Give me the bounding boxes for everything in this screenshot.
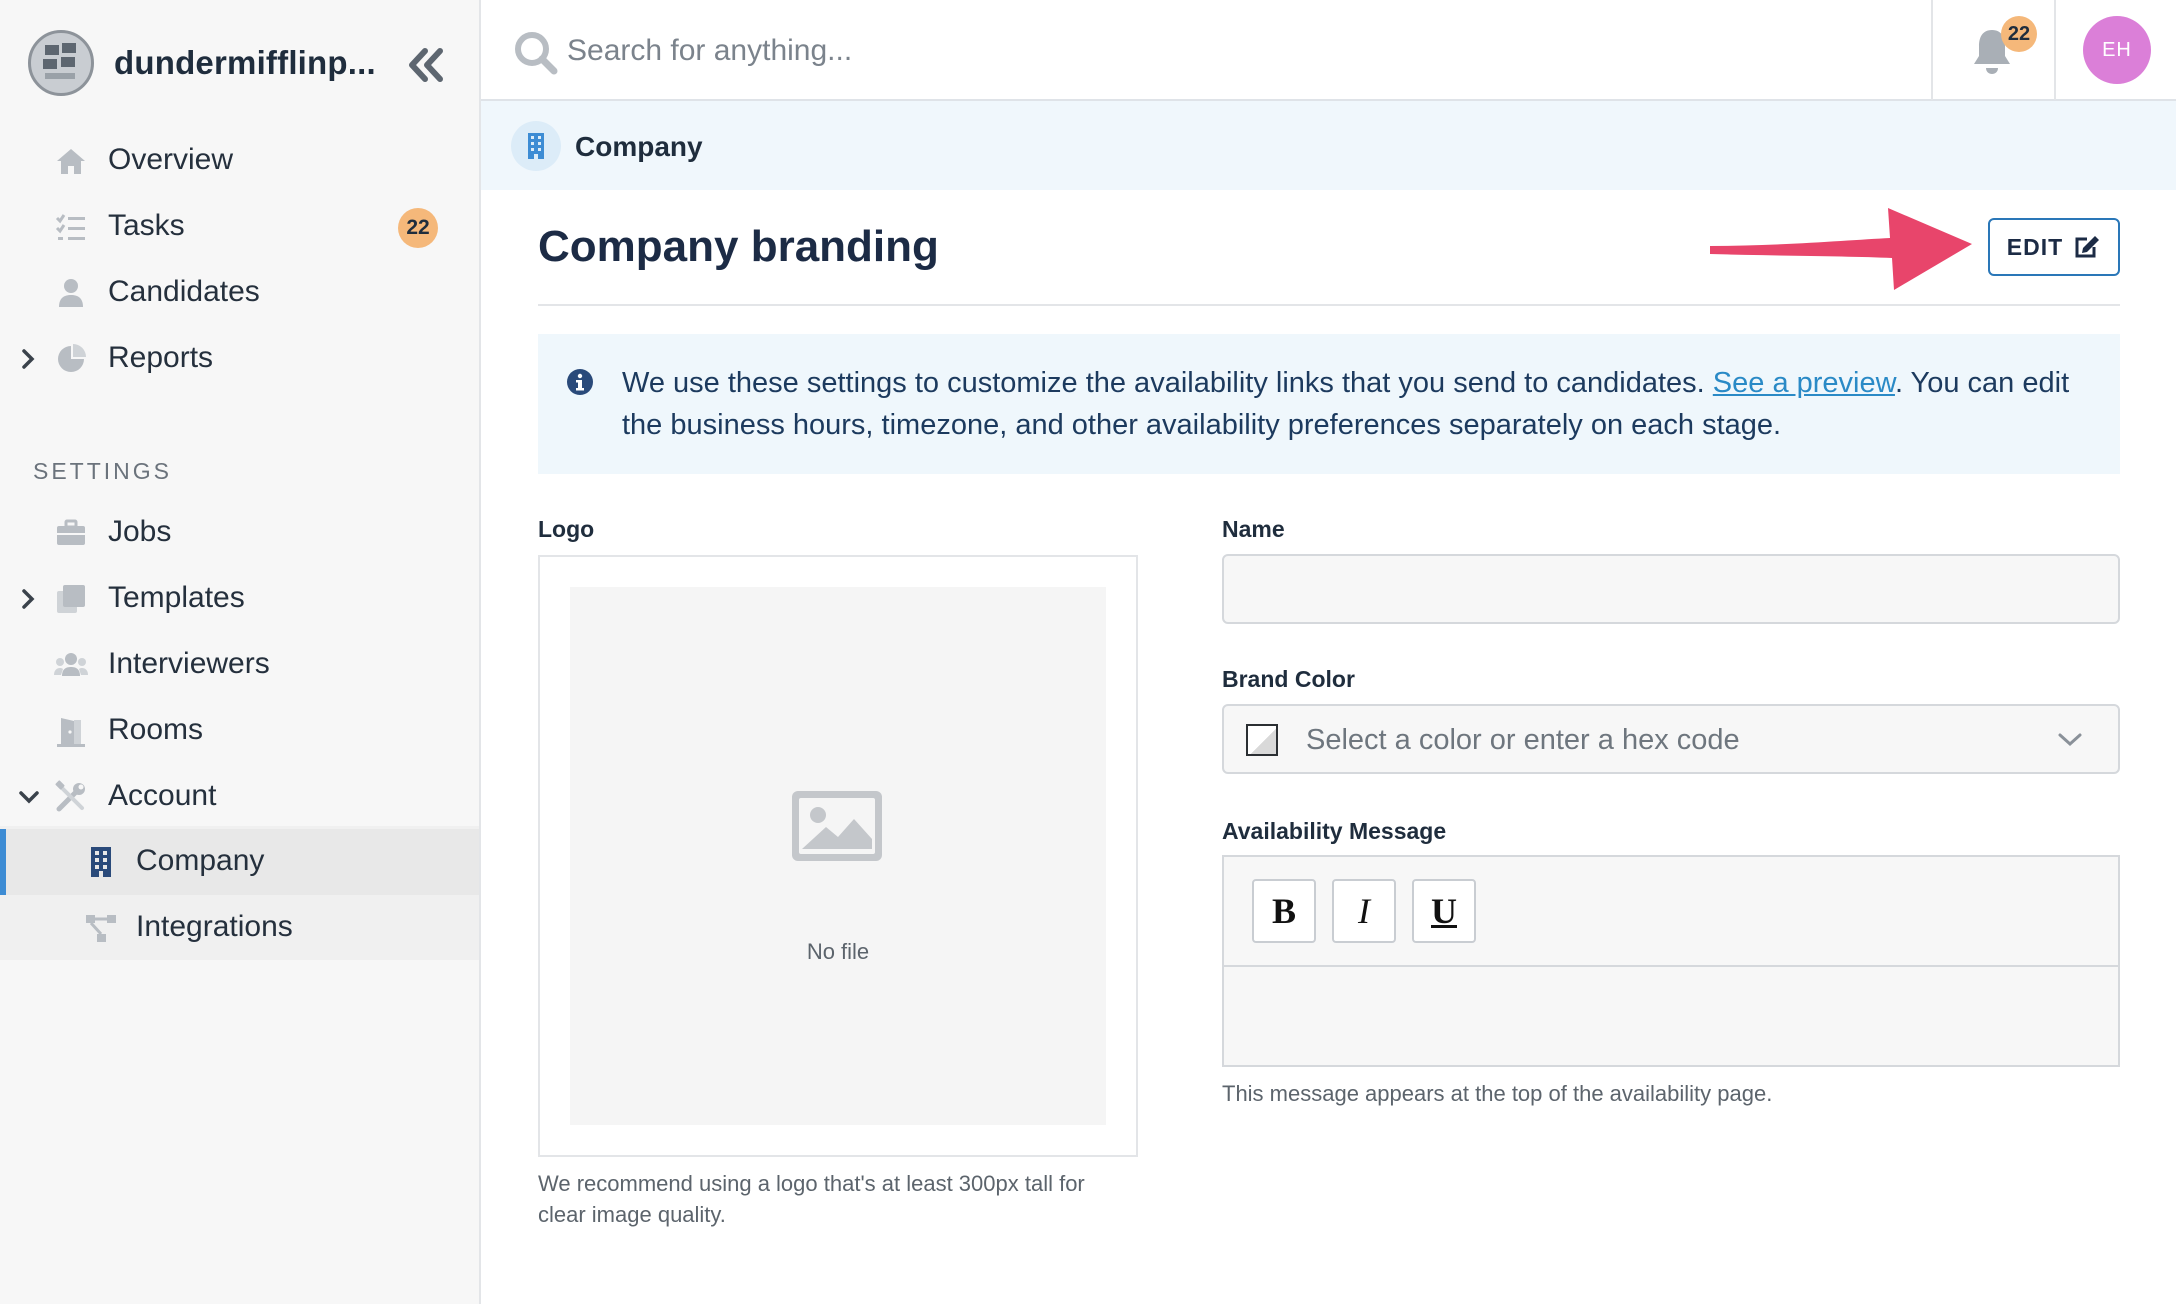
building-icon — [91, 847, 111, 877]
availability-message-editor: B I U — [1222, 855, 2120, 1067]
edit-icon — [2075, 236, 2100, 258]
availability-message-input[interactable] — [1224, 969, 2118, 1065]
bold-button[interactable]: B — [1252, 879, 1316, 943]
avatar[interactable]: EH — [2083, 16, 2151, 84]
edit-button[interactable]: EDIT — [1988, 218, 2120, 276]
sidebar-item-label: Rooms — [108, 713, 204, 746]
sidebar-item-templates[interactable]: Templates — [0, 566, 479, 632]
sidebar: dundermifflinp... Overview Tasks 22 Cand… — [0, 0, 481, 1304]
org-switcher[interactable]: dundermifflinp... — [28, 30, 376, 96]
breadcrumb: Company — [481, 101, 2176, 190]
tools-icon — [55, 780, 85, 812]
collapse-sidebar-button[interactable] — [406, 46, 446, 84]
sidebar-item-reports[interactable]: Reports — [0, 326, 479, 392]
brand-color-select[interactable]: Select a color or enter a hex code — [1222, 704, 2120, 774]
color-swatch — [1246, 724, 1278, 756]
topbar-divider — [1931, 0, 1933, 100]
page-title: Company branding — [538, 222, 939, 271]
sidebar-item-label: Reports — [108, 341, 214, 374]
italic-button[interactable]: I — [1332, 879, 1396, 943]
chevron-down-icon[interactable] — [16, 788, 42, 808]
sidebar-item-label: Candidates — [108, 275, 260, 308]
underline-button[interactable]: U — [1412, 879, 1476, 943]
no-file-text: No file — [806, 939, 870, 964]
building-icon — [528, 133, 544, 159]
sidebar-item-rooms[interactable]: Rooms — [0, 698, 479, 764]
search-icon — [515, 32, 558, 75]
topbar-divider — [2054, 0, 2056, 100]
sidebar-item-label: Tasks — [108, 209, 185, 242]
sidebar-item-label: Interviewers — [108, 647, 270, 680]
sidebar-item-interviewers[interactable]: Interviewers — [0, 632, 479, 698]
top-bar: 22 EH — [481, 0, 2176, 101]
info-icon — [567, 369, 593, 395]
image-placeholder-icon — [792, 791, 882, 861]
sidebar-item-jobs[interactable]: Jobs — [0, 500, 479, 566]
logo-help-text: We recommend using a logo that's at leas… — [538, 1171, 1085, 1227]
chevron-down-icon — [2058, 733, 2082, 747]
availability-message-label: Availability Message — [1222, 818, 1447, 844]
see-preview-link[interactable]: See a preview — [1713, 367, 1895, 399]
brand-color-placeholder: Select a color or enter a hex code — [1306, 724, 1740, 756]
door-icon — [57, 718, 85, 747]
sidebar-item-company[interactable]: Company — [0, 829, 479, 895]
sidebar-item-label: Company — [136, 844, 265, 877]
logo-dropzone[interactable]: No file — [570, 587, 1106, 1125]
chevron-right-icon[interactable] — [18, 346, 38, 372]
settings-heading: SETTINGS — [33, 458, 173, 484]
tasks-icon — [55, 214, 85, 240]
notification-badge: 22 — [2001, 16, 2037, 52]
sidebar-item-label: Jobs — [108, 515, 172, 548]
brand-color-label: Brand Color — [1222, 666, 1355, 692]
org-name: dundermifflinp... — [114, 44, 376, 81]
sidebar-item-label: Overview — [108, 143, 234, 176]
sidebar-item-account[interactable]: Account — [0, 764, 479, 830]
logo-upload[interactable]: No file — [538, 555, 1138, 1157]
sidebar-item-label: Integrations — [136, 910, 293, 943]
home-icon — [57, 149, 85, 174]
title-divider — [538, 304, 2120, 306]
name-field[interactable] — [1222, 554, 2120, 624]
sidebar-item-candidates[interactable]: Candidates — [0, 260, 479, 326]
availability-help-text: This message appears at the top of the a… — [1222, 1081, 1773, 1106]
sidebar-item-overview[interactable]: Overview — [0, 128, 479, 194]
sidebar-item-label: Templates — [108, 581, 245, 614]
info-text-before: We use these settings to customize the a… — [622, 367, 1713, 399]
edit-button-label: EDIT — [2006, 233, 2064, 260]
info-banner: We use these settings to customize the a… — [538, 334, 2120, 474]
logo-label: Logo — [538, 516, 595, 542]
double-chevron-left-icon — [409, 48, 443, 82]
breadcrumb-icon — [511, 121, 561, 171]
users-icon — [54, 653, 88, 676]
templates-icon — [57, 585, 85, 613]
breadcrumb-label: Company — [575, 131, 703, 162]
briefcase-icon — [57, 519, 85, 545]
editor-toolbar: B I U — [1224, 857, 2118, 967]
info-text: We use these settings to customize the a… — [622, 362, 2102, 446]
sidebar-item-integrations[interactable]: Integrations — [0, 895, 479, 961]
chevron-right-icon[interactable] — [18, 586, 38, 612]
sidebar-item-tasks[interactable]: Tasks 22 — [0, 194, 479, 260]
user-icon — [59, 279, 83, 307]
integrations-icon — [86, 915, 116, 942]
org-logo — [28, 30, 94, 96]
name-label: Name — [1222, 516, 1285, 542]
sidebar-item-label: Account — [108, 779, 217, 812]
annotation-arrow-icon — [1710, 208, 1972, 290]
tasks-count-badge: 22 — [398, 208, 438, 248]
pie-chart-icon — [58, 344, 86, 372]
search-input[interactable] — [567, 24, 1667, 78]
